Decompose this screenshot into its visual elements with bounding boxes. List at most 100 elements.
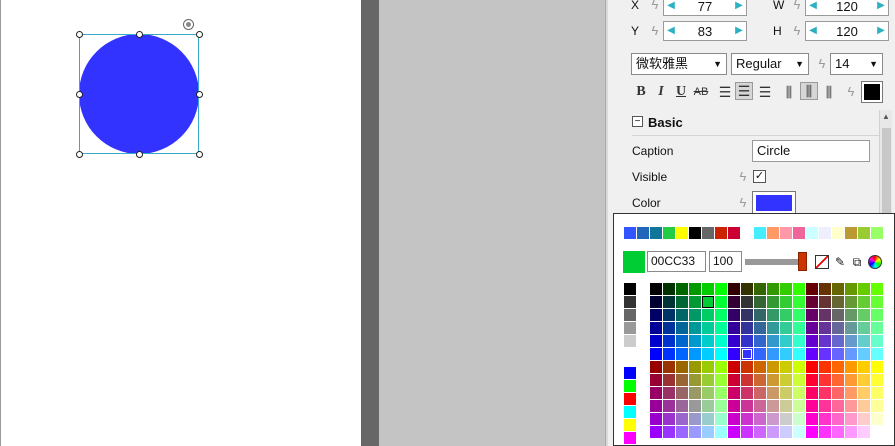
eyedropper-icon[interactable]: ✎	[833, 255, 847, 269]
recent-color-swatch[interactable]	[702, 227, 714, 239]
basic-section-header[interactable]: − Basic	[632, 110, 884, 136]
color-grid-swatch[interactable]	[702, 426, 714, 438]
color-grid-swatch[interactable]	[689, 296, 701, 308]
align-left-icon[interactable]: ☰	[716, 83, 734, 101]
color-grid-swatch[interactable]	[728, 426, 740, 438]
resize-handle-top[interactable]	[136, 31, 143, 38]
color-grid-swatch[interactable]	[806, 322, 818, 334]
resize-handle-bottom-right[interactable]	[196, 151, 203, 158]
resize-handle-bottom[interactable]	[136, 151, 143, 158]
color-grid-swatch[interactable]	[806, 296, 818, 308]
italic-button[interactable]: I	[652, 83, 670, 101]
color-grid-swatch[interactable]	[793, 413, 805, 425]
color-grid-swatch[interactable]	[806, 283, 818, 295]
color-grid-swatch[interactable]	[676, 322, 688, 334]
color-grid-swatch[interactable]	[780, 335, 792, 347]
color-grid-swatch[interactable]	[663, 322, 675, 334]
recent-color-swatch[interactable]	[754, 227, 766, 239]
color-grid-swatch[interactable]	[728, 361, 740, 373]
color-grid-swatch[interactable]	[780, 387, 792, 399]
color-grid-swatch[interactable]	[663, 309, 675, 321]
color-grid-swatch[interactable]	[715, 387, 727, 399]
color-grid-swatch[interactable]	[676, 335, 688, 347]
recent-color-swatch[interactable]	[793, 227, 805, 239]
bold-button[interactable]: B	[632, 83, 650, 101]
font-style-select[interactable]: Regular ▼	[731, 53, 809, 75]
color-grid-swatch[interactable]	[871, 374, 883, 386]
color-grid-swatch[interactable]	[715, 283, 727, 295]
color-grid-swatch[interactable]	[806, 348, 818, 360]
color-grid-swatch[interactable]	[793, 322, 805, 334]
color-grid-swatch[interactable]	[819, 400, 831, 412]
color-grid-swatch[interactable]	[754, 322, 766, 334]
color-grid-swatch[interactable]	[845, 335, 857, 347]
color-grid-swatch[interactable]	[728, 296, 740, 308]
color-grid-swatch[interactable]	[832, 335, 844, 347]
color-grid-swatch[interactable]	[819, 387, 831, 399]
color-grid-swatch[interactable]	[728, 348, 740, 360]
color-grid-swatch[interactable]	[676, 374, 688, 386]
color-grid-swatch[interactable]	[676, 387, 688, 399]
h-spinner[interactable]: ◀ 120 ▶	[805, 21, 889, 41]
basic-color-swatch[interactable]	[624, 393, 636, 405]
color-grid-swatch[interactable]	[871, 283, 883, 295]
color-grid-swatch[interactable]	[702, 400, 714, 412]
color-grid-swatch[interactable]	[715, 322, 727, 334]
scroll-thumb[interactable]	[882, 128, 891, 216]
collapse-icon[interactable]: −	[632, 116, 643, 127]
w-increment-icon[interactable]: ▶	[876, 0, 886, 12]
color-grid-swatch[interactable]	[754, 296, 766, 308]
valign-bottom-icon[interactable]: ⫼	[820, 83, 838, 101]
color-grid-swatch[interactable]	[806, 413, 818, 425]
color-grid-swatch[interactable]	[702, 296, 714, 308]
color-grid-swatch[interactable]	[819, 374, 831, 386]
recent-color-swatch[interactable]	[780, 227, 792, 239]
color-grid-swatch[interactable]	[676, 413, 688, 425]
h-bind-bolt-icon[interactable]: ϟ	[792, 24, 802, 38]
color-grid-swatch[interactable]	[832, 309, 844, 321]
color-grid-swatch[interactable]	[676, 309, 688, 321]
color-grid-swatch[interactable]	[741, 283, 753, 295]
w-spinner[interactable]: ◀ 120 ▶	[805, 0, 889, 16]
caption-input[interactable]: Circle	[752, 140, 870, 162]
color-grid-swatch[interactable]	[871, 296, 883, 308]
color-grid-swatch[interactable]	[728, 374, 740, 386]
basic-color-swatch[interactable]	[624, 380, 636, 392]
color-grid-swatch[interactable]	[780, 296, 792, 308]
color-grid-swatch[interactable]	[650, 309, 662, 321]
strikethrough-button[interactable]: AB	[691, 83, 711, 101]
color-grid-swatch[interactable]	[754, 400, 766, 412]
color-grid-swatch[interactable]	[858, 309, 870, 321]
color-grid-swatch[interactable]	[767, 348, 779, 360]
text-bind-bolt-icon[interactable]: ϟ	[846, 85, 856, 99]
color-grid-swatch[interactable]	[715, 348, 727, 360]
color-grid-swatch[interactable]	[832, 413, 844, 425]
visible-checkbox[interactable]: ✓	[753, 170, 766, 183]
color-grid-swatch[interactable]	[741, 374, 753, 386]
color-grid-swatch[interactable]	[650, 426, 662, 438]
color-grid-swatch[interactable]	[832, 296, 844, 308]
color-grid-swatch[interactable]	[871, 413, 883, 425]
color-grid-swatch[interactable]	[832, 400, 844, 412]
color-grid-swatch[interactable]	[754, 309, 766, 321]
basic-color-swatch[interactable]	[624, 296, 636, 308]
color-grid-swatch[interactable]	[819, 335, 831, 347]
y-increment-icon[interactable]: ▶	[734, 25, 744, 37]
recent-color-swatch[interactable]	[806, 227, 818, 239]
panel-scrollbar[interactable]: ▲	[879, 110, 892, 220]
color-grid-swatch[interactable]	[754, 374, 766, 386]
color-grid-swatch[interactable]	[754, 335, 766, 347]
x-bind-bolt-icon[interactable]: ϟ	[650, 0, 660, 12]
color-grid-swatch[interactable]	[650, 400, 662, 412]
color-grid-swatch[interactable]	[845, 296, 857, 308]
color-grid-swatch[interactable]	[871, 309, 883, 321]
color-grid-swatch[interactable]	[741, 426, 753, 438]
color-grid-swatch[interactable]	[767, 413, 779, 425]
color-grid-swatch[interactable]	[858, 413, 870, 425]
y-value[interactable]: 83	[676, 24, 734, 39]
y-decrement-icon[interactable]: ◀	[666, 25, 676, 37]
color-button[interactable]	[752, 191, 796, 215]
color-grid-swatch[interactable]	[832, 322, 844, 334]
recent-color-swatch[interactable]	[741, 227, 753, 239]
x-spinner[interactable]: ◀ 77 ▶	[663, 0, 747, 16]
